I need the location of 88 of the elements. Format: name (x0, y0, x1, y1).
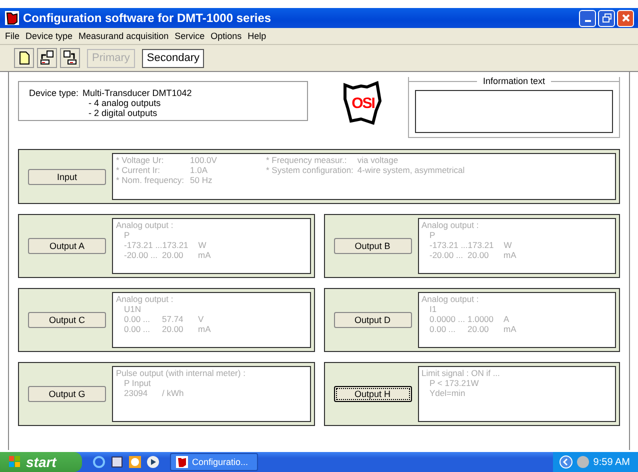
output-value: W (504, 240, 512, 250)
clock-icon[interactable] (128, 455, 142, 469)
output-value: P Input (124, 378, 152, 388)
output-value: W (198, 240, 206, 250)
output-value: 57.74 (162, 314, 184, 324)
menu-item[interactable]: File (2, 31, 23, 41)
output-value: -20.00 ... (124, 250, 159, 260)
output-value: mA (504, 250, 516, 260)
taskbar-button[interactable]: Configuratio... (170, 453, 258, 471)
output-heading: Pulse output (with internal meter) : (116, 368, 246, 378)
window-title: Configuration software for DMT-1000 series (23, 11, 272, 25)
output-value: Ydel=min (430, 388, 466, 398)
output-heading: Analog output : (116, 220, 174, 230)
output-value: 20.00 (468, 324, 490, 334)
output-value: 173.21 (162, 240, 190, 250)
output-button[interactable]: Output A (28, 238, 106, 254)
app-logo-icon (175, 455, 189, 469)
output-value: 173.21 (468, 240, 495, 250)
output-value: -173.21 ... (430, 240, 468, 250)
output-value: P (124, 230, 131, 240)
output-heading: Analog output : (116, 294, 174, 304)
menu-item[interactable]: Service (172, 31, 208, 41)
output-value: P < 173.21W (430, 378, 479, 388)
output-value: 20.00 (468, 250, 490, 260)
windows-flag-icon (8, 455, 22, 469)
output-value: I1 (430, 304, 438, 314)
field-value: 1.0A (190, 165, 208, 175)
media-player-icon[interactable] (146, 455, 160, 469)
output-button[interactable]: Output C (28, 312, 106, 328)
group-title: Information text (476, 76, 552, 86)
download-document-icon[interactable] (60, 48, 80, 68)
field-value: 100.0V (190, 155, 218, 165)
output-value: 0.00 ... (124, 314, 151, 324)
output-value: V (198, 314, 204, 324)
output-value: A (504, 314, 510, 324)
output-value: 1.0000 (468, 314, 494, 324)
chevron-icon[interactable] (559, 455, 574, 469)
company-logo: OSI (343, 81, 383, 125)
device-type-label: Device type: (29, 88, 79, 100)
clock-text: 9:59 AM (593, 456, 630, 468)
output-value: 0.00 ... (430, 324, 456, 334)
field-value: 4-wire system, asymmetrical (357, 165, 465, 175)
field-label: * Nom. frequency: (116, 175, 186, 185)
output-button[interactable]: Output G (28, 386, 106, 402)
document-icon[interactable] (110, 455, 124, 469)
output-value: mA (198, 324, 211, 334)
field-value: via voltage (357, 155, 400, 165)
output-value: 0.0000 ... (430, 314, 466, 324)
field-label: * Current Ir: (116, 165, 161, 175)
output-value: 23094 (124, 388, 149, 398)
upload-document-icon[interactable] (37, 48, 57, 68)
output-value: mA (198, 250, 211, 260)
mode-button[interactable]: Secondary (142, 48, 204, 68)
output-heading: Limit signal : ON if ... (422, 368, 501, 378)
menu-item[interactable]: Help (244, 31, 270, 41)
new-document-icon[interactable] (14, 48, 34, 68)
restore-icon (602, 13, 612, 23)
output-button[interactable]: Output B (334, 238, 412, 254)
output-button[interactable]: Output H (334, 386, 412, 402)
field-label: * System configuration: (266, 165, 354, 175)
output-value: -20.00 ... (430, 250, 464, 260)
output-value: 20.00 (162, 250, 184, 260)
output-value: 20.00 (162, 324, 184, 334)
output-value: U1N (124, 304, 142, 314)
output-heading: Analog output : (422, 220, 480, 230)
field-label: * Voltage Ur: (116, 155, 165, 165)
output-value: -173.21 ... (124, 240, 162, 250)
output-value: P (430, 230, 436, 240)
output-value: / kWh (162, 388, 185, 398)
menu-item[interactable]: Measurand acquisition (76, 31, 172, 41)
device-type-text: - 2 digital outputs (88, 108, 158, 118)
device-type-text: Multi-Transducer DMT1042 (82, 88, 192, 98)
output-heading: Analog output : (422, 294, 480, 304)
minimize-icon (584, 20, 590, 22)
menu-item[interactable]: Device type (22, 31, 76, 41)
input-button[interactable]: Input (28, 168, 106, 184)
restore-button[interactable] (598, 10, 615, 26)
device-type-text: - 4 analog outputs (88, 98, 162, 108)
output-button[interactable]: Output D (334, 312, 412, 328)
output-value: 0.00 ... (124, 324, 151, 334)
menu-item[interactable]: Options (208, 31, 245, 41)
close-button[interactable] (617, 10, 634, 26)
app-logo-icon (5, 11, 19, 25)
field-label: * Frequency measur.: (266, 155, 348, 165)
minimize-button[interactable] (579, 10, 596, 26)
close-icon (620, 13, 630, 23)
field-value: 50 Hz (190, 175, 214, 185)
output-value: mA (504, 324, 516, 334)
